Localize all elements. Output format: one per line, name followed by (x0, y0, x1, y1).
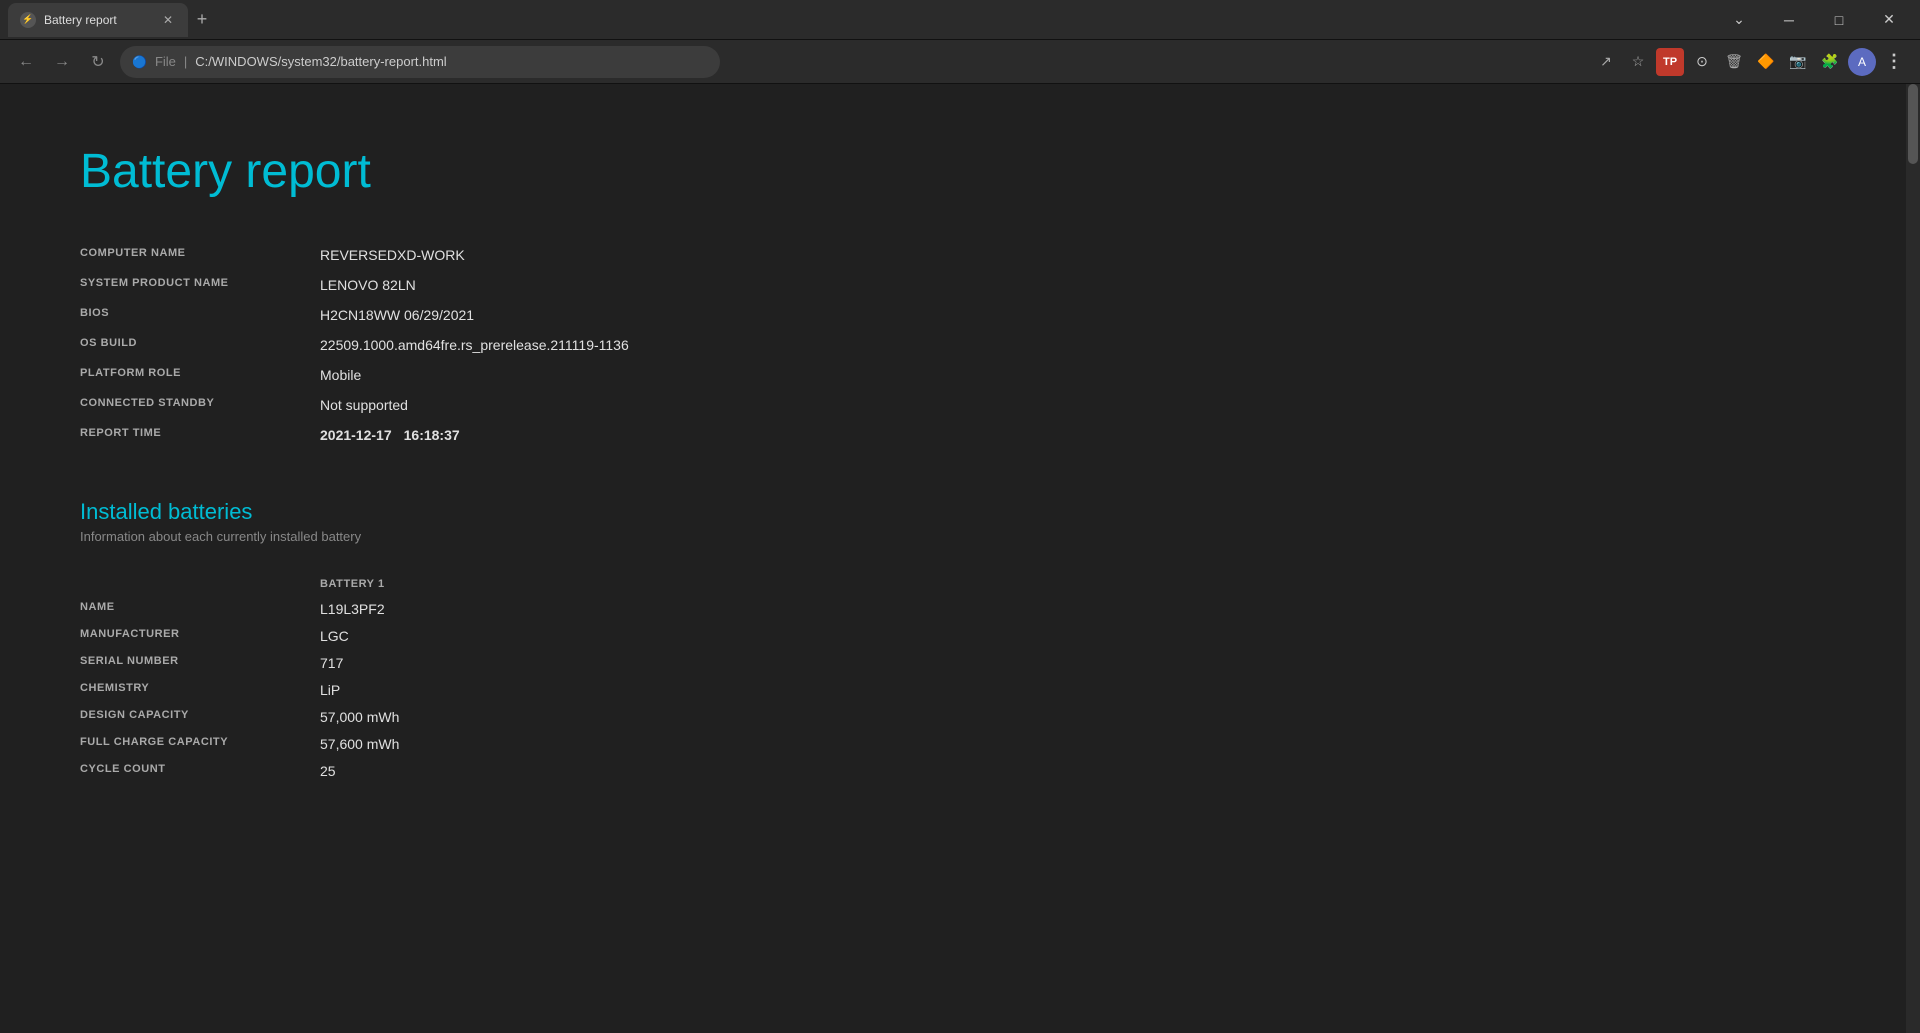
info-value-os-build: 22509.1000.amd64fre.rs_prerelease.211119… (320, 329, 880, 359)
info-row-bios: BIOS H2CN18WW 06/29/2021 (80, 299, 880, 329)
battery-label-chemistry: CHEMISTRY (80, 676, 320, 703)
extension-icon-2[interactable]: ⊙ (1688, 48, 1716, 76)
report-time-clock: 16:18:37 (404, 427, 460, 443)
info-value-bios: H2CN18WW 06/29/2021 (320, 299, 880, 329)
installed-batteries-title: Installed batteries (80, 499, 1840, 525)
system-info-table: COMPUTER NAME REVERSEDXD-WORK SYSTEM PRO… (80, 239, 880, 449)
battery-value-full-charge: 57,600 mWh (320, 730, 880, 757)
battery-value-chemistry: LiP (320, 676, 880, 703)
scrollbar-thumb[interactable] (1908, 84, 1918, 164)
extension-icon-1[interactable]: TP (1656, 48, 1684, 76)
info-label-platform-role: PLATFORM ROLE (80, 359, 320, 389)
page-content: Battery report COMPUTER NAME REVERSEDXD-… (0, 84, 1920, 1033)
info-row-product-name: SYSTEM PRODUCT NAME LENOVO 82LN (80, 269, 880, 299)
window-controls: ⌄ ─ □ ✕ (1716, 4, 1912, 36)
back-button[interactable]: ← (12, 48, 40, 76)
battery-label-name: NAME (80, 595, 320, 622)
battery-label-cycle-count: CYCLE COUNT (80, 757, 320, 784)
url-file-label: File (155, 54, 176, 69)
battery-value-manufacturer: LGC (320, 622, 880, 649)
url-text: C:/WINDOWS/system32/battery-report.html (195, 54, 446, 69)
battery-label-serial: SERIAL NUMBER (80, 649, 320, 676)
browser-chrome: ⚡ Battery report ✕ + ⌄ ─ □ ✕ (0, 0, 1920, 40)
info-value-report-time: 2021-12-17 16:18:37 (320, 419, 880, 449)
battery-label-full-charge: FULL CHARGE CAPACITY (80, 730, 320, 757)
info-row-platform-role: PLATFORM ROLE Mobile (80, 359, 880, 389)
battery-label-design-capacity: DESIGN CAPACITY (80, 703, 320, 730)
battery-label-manufacturer: MANUFACTURER (80, 622, 320, 649)
extension-icon-3[interactable]: 🗑 (1720, 48, 1748, 76)
info-label-connected-standby: CONNECTED STANDBY (80, 389, 320, 419)
battery-value-serial: 717 (320, 649, 880, 676)
battery-value-design-capacity: 57,000 mWh (320, 703, 880, 730)
extensions-button[interactable]: 🧩 (1816, 48, 1844, 76)
info-value-product-name: LENOVO 82LN (320, 269, 880, 299)
address-bar: ← → ↻ 🔵 File | C:/WINDOWS/system32/batte… (0, 40, 1920, 84)
info-value-connected-standby: Not supported (320, 389, 880, 419)
share-icon[interactable]: ↗ (1592, 48, 1620, 76)
battery-row-chemistry: CHEMISTRY LiP (80, 676, 880, 703)
battery-row-design-capacity: DESIGN CAPACITY 57,000 mWh (80, 703, 880, 730)
page-title: Battery report (80, 144, 1840, 199)
battery-column-header: BATTERY 1 (320, 572, 880, 595)
info-row-os-build: OS BUILD 22509.1000.amd64fre.rs_prerelea… (80, 329, 880, 359)
info-value-platform-role: Mobile (320, 359, 880, 389)
info-row-computer-name: COMPUTER NAME REVERSEDXD-WORK (80, 239, 880, 269)
dropdown-button[interactable]: ⌄ (1716, 4, 1762, 36)
battery-value-cycle-count: 25 (320, 757, 880, 784)
browser-menu-icon[interactable]: ⋮ (1880, 48, 1908, 76)
new-tab-button[interactable]: + (188, 6, 216, 34)
info-label-computer-name: COMPUTER NAME (80, 239, 320, 269)
profile-avatar[interactable]: A (1848, 48, 1876, 76)
scrollbar[interactable] (1906, 84, 1920, 1033)
active-tab[interactable]: ⚡ Battery report ✕ (8, 3, 188, 37)
tab-close-icon[interactable]: ✕ (160, 12, 176, 28)
favorite-icon[interactable]: ☆ (1624, 48, 1652, 76)
battery-row-cycle-count: CYCLE COUNT 25 (80, 757, 880, 784)
toolbar-icons: ↗ ☆ TP ⊙ 🗑 🔶 📷 🧩 A ⋮ (1592, 48, 1908, 76)
battery-row-serial: SERIAL NUMBER 717 (80, 649, 880, 676)
extension-icon-4[interactable]: 🔶 (1752, 48, 1780, 76)
info-value-computer-name: REVERSEDXD-WORK (320, 239, 880, 269)
minimize-button[interactable]: ─ (1766, 4, 1812, 36)
report-time-date: 2021-12-17 (320, 427, 392, 443)
info-label-report-time: REPORT TIME (80, 419, 320, 449)
forward-button[interactable]: → (48, 48, 76, 76)
refresh-button[interactable]: ↻ (84, 48, 112, 76)
tab-title: Battery report (44, 13, 152, 27)
info-label-product-name: SYSTEM PRODUCT NAME (80, 269, 320, 299)
tab-favicon: ⚡ (20, 12, 36, 28)
info-row-connected-standby: CONNECTED STANDBY Not supported (80, 389, 880, 419)
battery-row-name: NAME L19L3PF2 (80, 595, 880, 622)
maximize-button[interactable]: □ (1816, 4, 1862, 36)
extension-icon-5[interactable]: 📷 (1784, 48, 1812, 76)
installed-batteries-section: Installed batteries Information about ea… (80, 499, 1840, 784)
info-label-os-build: OS BUILD (80, 329, 320, 359)
url-security-icon: 🔵 (132, 55, 147, 69)
battery-header-empty (80, 572, 320, 595)
installed-batteries-subtitle: Information about each currently install… (80, 529, 1840, 544)
info-row-report-time: REPORT TIME 2021-12-17 16:18:37 (80, 419, 880, 449)
close-button[interactable]: ✕ (1866, 4, 1912, 36)
battery-header-row: BATTERY 1 (80, 572, 880, 595)
battery-row-manufacturer: MANUFACTURER LGC (80, 622, 880, 649)
battery-info-table: BATTERY 1 NAME L19L3PF2 MANUFACTURER LGC… (80, 572, 880, 784)
tab-bar: ⚡ Battery report ✕ + (8, 0, 1716, 40)
url-bar[interactable]: 🔵 File | C:/WINDOWS/system32/battery-rep… (120, 46, 720, 78)
battery-value-name: L19L3PF2 (320, 595, 880, 622)
info-label-bios: BIOS (80, 299, 320, 329)
battery-row-full-charge: FULL CHARGE CAPACITY 57,600 mWh (80, 730, 880, 757)
